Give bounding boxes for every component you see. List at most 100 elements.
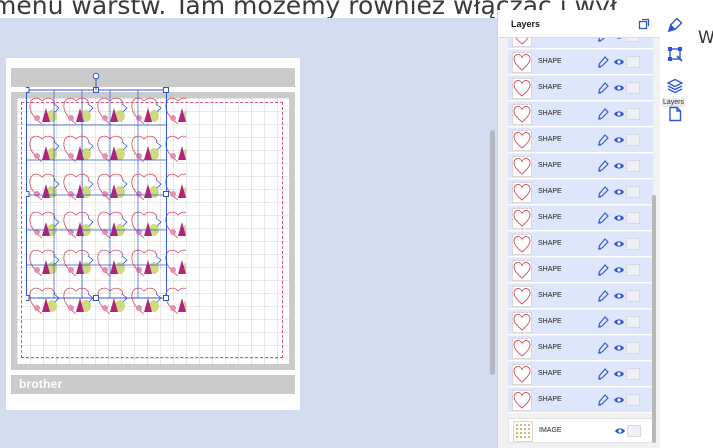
visibility-eye-icon[interactable]	[613, 368, 625, 380]
draw-cut-icon[interactable]	[597, 56, 609, 68]
lock-toggle[interactable]	[626, 134, 640, 146]
lock-toggle[interactable]	[626, 316, 640, 328]
draw-cut-icon[interactable]	[597, 264, 609, 276]
pattern-motif	[131, 287, 162, 315]
resize-handle[interactable]	[163, 191, 169, 197]
layer-row-shape[interactable]: SHAPE	[508, 76, 653, 101]
shape-thumbnail	[512, 52, 532, 73]
shape-thumbnail	[512, 364, 532, 385]
lock-toggle[interactable]	[626, 264, 640, 276]
resize-handle[interactable]	[163, 87, 169, 93]
pattern-motif	[29, 287, 60, 315]
draw-cut-icon[interactable]	[597, 82, 609, 94]
layer-row-shape[interactable]: SHAPE	[508, 50, 653, 75]
layer-row-image[interactable]: IMAGE	[508, 418, 653, 443]
layer-row-shape[interactable]: SHAPE	[508, 284, 653, 309]
draw-cut-icon[interactable]	[597, 342, 609, 354]
visibility-eye-icon[interactable]	[613, 160, 625, 172]
visibility-eye-icon[interactable]	[613, 108, 625, 120]
visibility-eye-icon[interactable]	[613, 238, 625, 250]
brush-icon[interactable]	[667, 17, 683, 33]
visibility-eye-icon[interactable]	[613, 342, 625, 354]
layer-row-shape[interactable]: SHAPE	[508, 38, 653, 49]
draw-cut-icon[interactable]	[597, 290, 609, 302]
layer-row-shape[interactable]: SHAPE	[508, 154, 653, 179]
lock-toggle[interactable]	[626, 160, 640, 172]
visibility-eye-icon[interactable]	[613, 82, 625, 94]
layer-row-shape[interactable]: SHAPE	[508, 362, 653, 387]
visibility-eye-icon[interactable]	[614, 425, 626, 437]
layer-row-shape[interactable]: SHAPE	[508, 258, 653, 283]
rotate-handle[interactable]	[92, 72, 100, 80]
shape-thumbnail	[512, 286, 532, 307]
visibility-eye-icon[interactable]	[613, 394, 625, 406]
draw-cut-icon[interactable]	[597, 238, 609, 250]
selected-pattern-group[interactable]	[26, 70, 186, 316]
layers-scrollbar[interactable]	[652, 195, 656, 443]
draw-cut-icon[interactable]	[597, 134, 609, 146]
lock-toggle[interactable]	[626, 56, 640, 68]
caption-fragment: W	[698, 28, 713, 48]
layer-list: SHAPE SHAPE SHAPE SHAPE SHAPE SHAPE SHAPE SHAPE…	[508, 38, 653, 448]
pattern-motif	[165, 135, 186, 163]
visibility-eye-icon[interactable]	[613, 212, 625, 224]
draw-cut-icon[interactable]	[597, 186, 609, 198]
resize-handle[interactable]	[93, 295, 99, 301]
layer-row-shape[interactable]: SHAPE	[508, 388, 653, 413]
resize-handle[interactable]	[26, 191, 30, 197]
shape-thumbnail	[512, 182, 532, 203]
layer-name: SHAPE	[538, 162, 562, 169]
lock-toggle[interactable]	[626, 82, 640, 94]
right-toolbar	[660, 10, 690, 448]
visibility-eye-icon[interactable]	[613, 134, 625, 146]
shape-thumbnail	[512, 130, 532, 151]
layers-panel-title: Layers	[511, 19, 541, 29]
pattern-motif	[63, 97, 94, 125]
panel-expand-icon[interactable]	[638, 18, 650, 30]
layer-name: SHAPE	[538, 58, 562, 65]
draw-cut-icon[interactable]	[597, 38, 609, 42]
draw-cut-icon[interactable]	[597, 368, 609, 380]
visibility-eye-icon[interactable]	[613, 264, 625, 276]
layer-row-shape[interactable]: SHAPE	[508, 336, 653, 361]
mat-bottom-bar: brother	[11, 375, 295, 394]
resize-handle[interactable]	[163, 295, 169, 301]
layer-row-shape[interactable]: SHAPE	[508, 180, 653, 205]
page-icon[interactable]	[667, 106, 683, 122]
lock-toggle[interactable]	[626, 290, 640, 302]
pattern-motif	[29, 211, 60, 239]
lock-toggle[interactable]	[626, 108, 640, 120]
visibility-eye-icon[interactable]	[613, 56, 625, 68]
draw-cut-icon[interactable]	[597, 394, 609, 406]
layers-icon[interactable]	[667, 78, 683, 94]
transform-icon[interactable]	[667, 46, 683, 62]
pattern-motif	[29, 97, 60, 125]
lock-toggle[interactable]	[626, 394, 640, 406]
lock-toggle[interactable]	[626, 368, 640, 380]
resize-handle[interactable]	[26, 87, 30, 93]
visibility-eye-icon[interactable]	[613, 290, 625, 302]
visibility-eye-icon[interactable]	[613, 316, 625, 328]
visibility-eye-icon[interactable]	[613, 38, 625, 42]
lock-toggle[interactable]	[626, 38, 640, 42]
layer-row-shape[interactable]: SHAPE	[508, 310, 653, 335]
layer-row-shape[interactable]: SHAPE	[508, 128, 653, 153]
lock-toggle[interactable]	[626, 186, 640, 198]
layer-row-shape[interactable]: SHAPE	[508, 102, 653, 127]
draw-cut-icon[interactable]	[597, 316, 609, 328]
shape-thumbnail	[512, 234, 532, 255]
resize-handle[interactable]	[26, 295, 30, 301]
draw-cut-icon[interactable]	[597, 160, 609, 172]
lock-toggle[interactable]	[626, 212, 640, 224]
lock-toggle[interactable]	[627, 425, 641, 437]
lock-toggle[interactable]	[626, 342, 640, 354]
pattern-motif	[165, 211, 186, 239]
draw-cut-icon[interactable]	[597, 108, 609, 120]
layer-row-shape[interactable]: SHAPE	[508, 232, 653, 257]
canvas-scrollbar[interactable]	[490, 130, 495, 375]
lock-toggle[interactable]	[626, 238, 640, 250]
layer-name: SHAPE	[538, 240, 562, 247]
draw-cut-icon[interactable]	[597, 212, 609, 224]
visibility-eye-icon[interactable]	[613, 186, 625, 198]
layer-row-shape[interactable]: SHAPE	[508, 206, 653, 231]
